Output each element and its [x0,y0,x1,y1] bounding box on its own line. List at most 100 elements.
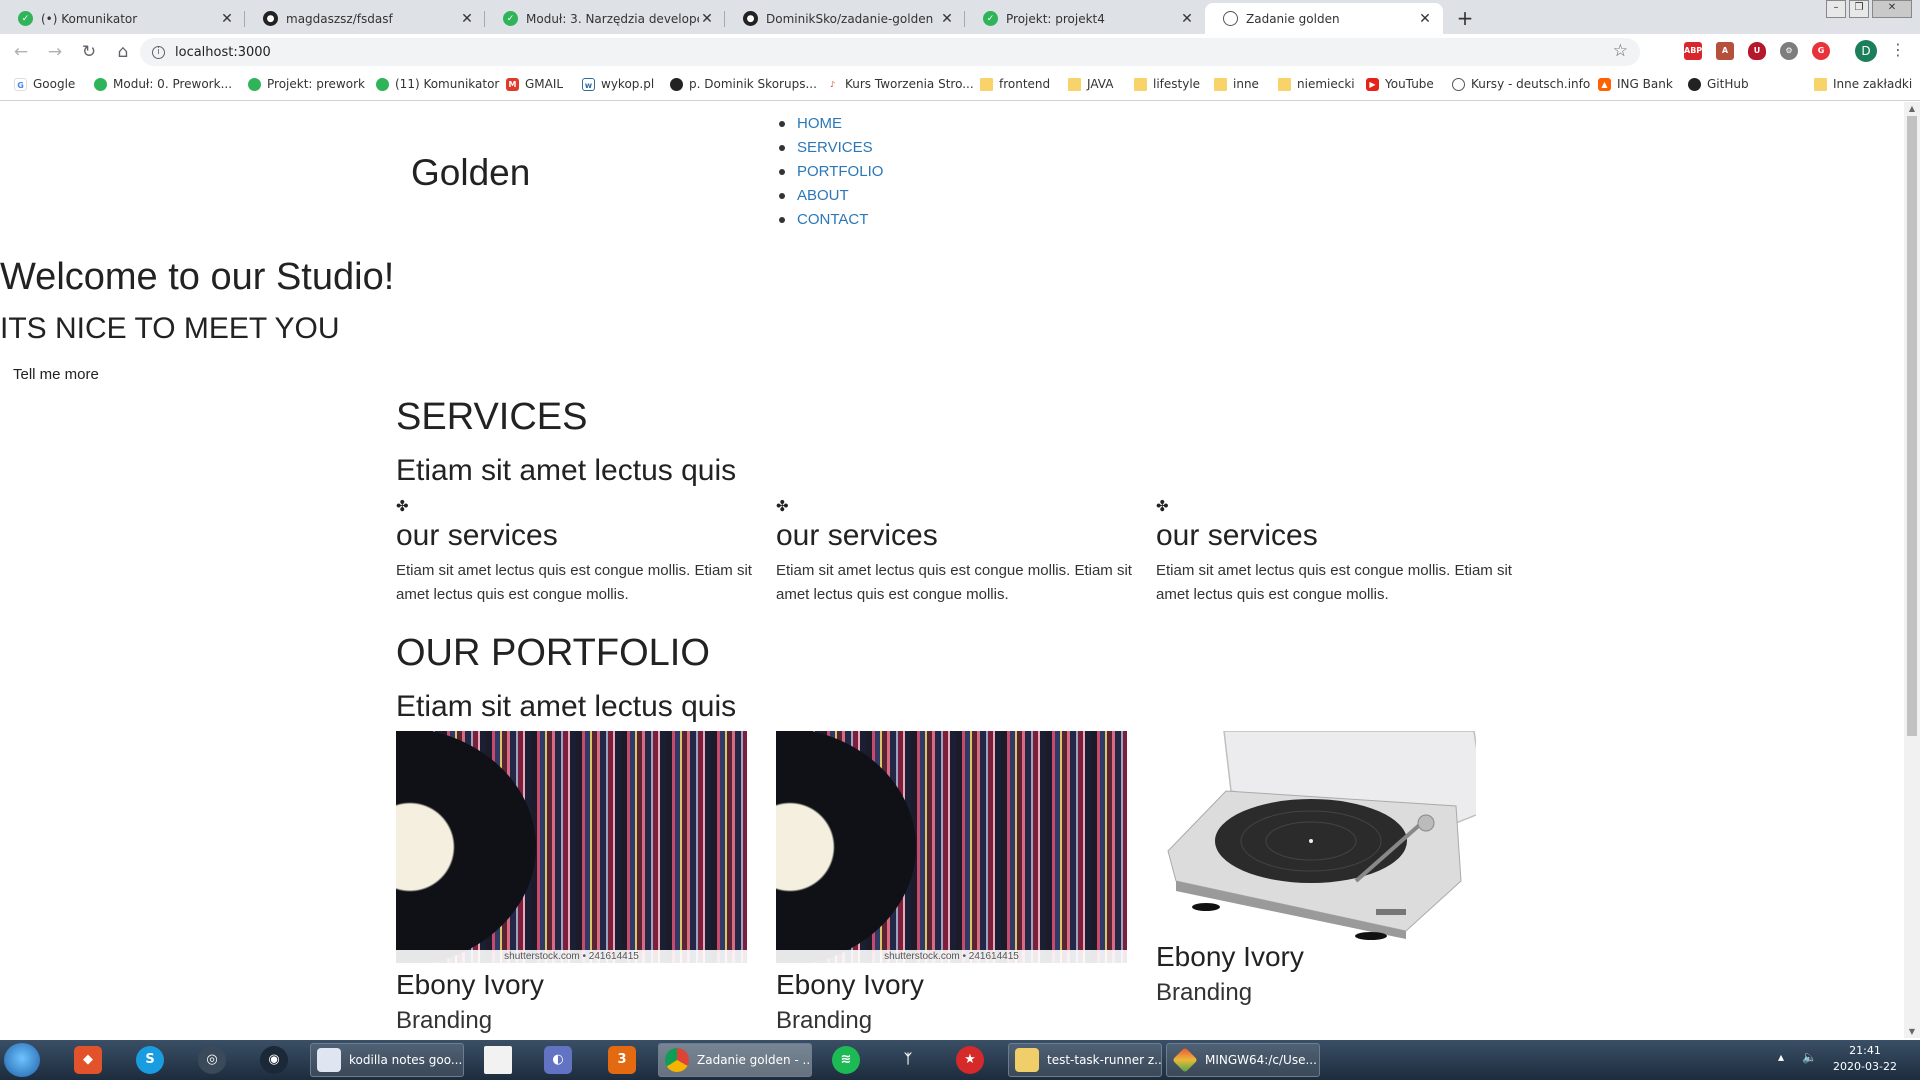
bookmark-folder-lifestyle[interactable]: lifestyle [1134,77,1200,91]
nav-portfolio[interactable]: PORTFOLIO [778,160,883,184]
site-info-icon[interactable]: i [152,45,165,59]
site-logo[interactable]: Golden [411,152,530,194]
tab-zadanie-golden-repo[interactable]: ● DominikSko/zadanie-golden ✕ [725,3,965,34]
browser-menu-icon[interactable]: ⋮ [1890,40,1906,59]
scrollbar-thumb[interactable] [1907,116,1917,736]
tab-close-icon[interactable]: ✕ [219,11,235,27]
nav-services[interactable]: SERVICES [778,136,883,160]
ublock-extension-icon[interactable]: U [1748,42,1766,60]
back-arrow-icon[interactable]: ← [8,39,34,65]
bookmark-star-icon[interactable]: ☆ [1613,41,1628,61]
tab-komunikator[interactable]: ✓ (•) Komunikator ✕ [0,3,245,34]
bookmark-google[interactable]: G Google [14,77,75,91]
bookmark-folder-niemiecki[interactable]: niemiecki [1278,77,1355,91]
nav-about[interactable]: ABOUT [778,184,883,208]
bookmark-github[interactable]: GitHub [1688,77,1749,91]
start-button-icon[interactable] [4,1043,40,1077]
settings-extension-icon[interactable]: ⚙ [1780,42,1798,60]
spotify-icon[interactable]: ≋ [832,1046,860,1074]
volume-icon[interactable]: 🔈 [1802,1050,1817,1064]
portfolio-item[interactable]: shutterstock.com • 241614415 Ebony Ivory… [776,731,1128,1035]
address-url[interactable]: localhost:3000 [175,45,271,60]
puzzle-icon: ✤ [396,498,409,515]
nav-contact[interactable]: CONTACT [778,208,883,232]
pdf-extension-icon[interactable]: A [1716,42,1734,60]
bookmark-komunikator[interactable]: (11) Komunikator [376,77,499,91]
hero-subtitle: ITS NICE TO MEET YOU [0,312,340,345]
brackets-icon[interactable]: ◆ [74,1046,102,1074]
home-icon[interactable]: ⌂ [110,39,136,65]
taskbar-window-git-bash[interactable]: MINGW64:/c/Use... [1166,1043,1320,1077]
tab-github-fsdasf[interactable]: ● magdaszsz/fsdasf ✕ [245,3,485,34]
tab-close-icon[interactable]: ✕ [939,11,955,27]
tab-close-icon[interactable]: ✕ [699,11,715,27]
clock-date: 2020-03-22 [1833,1060,1897,1073]
bookmark-dominik[interactable]: p. Dominik Skorups... [670,77,817,91]
teamspeak-icon[interactable]: ◎ [198,1046,226,1074]
scroll-up-icon[interactable]: ▲ [1908,104,1916,113]
bookmark-wykop[interactable]: w wykop.pl [582,77,654,91]
taskbar-window-label: MINGW64:/c/Use... [1205,1053,1317,1067]
app-icon[interactable]: ᛉ [894,1046,922,1074]
blank-file-icon[interactable] [484,1046,512,1074]
restore-window-icon[interactable]: ❐ [1849,0,1869,18]
vinyl-records-image[interactable]: shutterstock.com • 241614415 [776,731,1127,963]
bookmark-projekt-prework[interactable]: Projekt: prework [248,77,365,91]
profile-avatar[interactable]: D [1855,40,1877,62]
bookmark-folder-java[interactable]: JAVA [1068,77,1113,91]
discord-icon[interactable]: ◐ [544,1046,572,1074]
brave-icon[interactable]: 3 [608,1046,636,1074]
bookmark-folder-frontend[interactable]: frontend [980,77,1050,91]
tab-zadanie-golden[interactable]: Zadanie golden ✕ [1205,3,1443,34]
tray-expand-icon[interactable]: ▴ [1778,1050,1784,1064]
tab-modul-3[interactable]: ✓ Moduł: 3. Narzędzia developerskie ✕ [485,3,725,34]
bookmark-kurs[interactable]: ♪ Kurs Tworzenia Stro... [826,77,974,91]
new-tab-icon[interactable]: + [1452,6,1478,32]
portfolio-category: Branding [776,1007,873,1034]
bookmark-gmail[interactable]: M GMAIL [506,77,563,91]
skype-icon[interactable]: S [136,1046,164,1074]
tab-projekt4[interactable]: ✓ Projekt: projekt4 ✕ [965,3,1205,34]
tab-close-icon[interactable]: ✕ [1417,11,1433,27]
bookmark-ing[interactable]: ▲ ING Bank [1598,77,1673,91]
reload-icon[interactable]: ↻ [76,39,102,65]
portfolio-category: Branding [1156,979,1253,1006]
bookmark-folder-inne[interactable]: inne [1214,77,1259,91]
tell-me-more-button[interactable]: Tell me more [13,366,99,383]
bookmark-deutsch[interactable]: Kursy - deutsch.info [1452,77,1590,91]
kodilla-green-icon: ✓ [983,11,998,26]
turntable-image[interactable] [1156,731,1507,941]
address-bar[interactable]: i localhost:3000 ☆ [140,38,1640,66]
forward-arrow-icon[interactable]: → [42,39,68,65]
pokerstars-icon[interactable]: ★ [956,1046,984,1074]
bookmark-label: frontend [999,77,1051,91]
portfolio-item[interactable]: Ebony Ivory Branding [1156,731,1508,1007]
taskbar-window-chrome[interactable]: Zadanie golden - ... [658,1043,812,1077]
bookmark-other-bookmarks[interactable]: Inne zakładki [1814,77,1912,91]
grammarly-extension-icon[interactable]: G [1812,42,1830,60]
scroll-down-icon[interactable]: ▼ [1908,1027,1916,1036]
github-icon: ● [743,11,758,26]
tab-close-icon[interactable]: ✕ [459,11,475,27]
bookmark-modul-0[interactable]: Moduł: 0. Prework... [94,77,232,91]
taskbar-window-explorer[interactable]: test-task-runner z... [1008,1043,1162,1077]
tab-strip: ✓ (•) Komunikator ✕ ● magdaszsz/fsdasf ✕… [0,0,1920,34]
bookmark-label: YouTube [1385,77,1434,91]
taskbar-window-word[interactable]: kodilla notes goo... [310,1043,464,1077]
service-title: our services [396,519,558,552]
steam-icon[interactable]: ◉ [260,1046,288,1074]
tab-title: DominikSko/zadanie-golden [766,11,934,26]
portfolio-item[interactable]: shutterstock.com • 241614415 Ebony Ivory… [396,731,748,1035]
adblock-extension-icon[interactable]: ABP [1684,42,1702,60]
taskbar: ◆ S ◎ ◉ kodilla notes goo... ◐ 3 Zadanie… [0,1040,1920,1080]
tab-close-icon[interactable]: ✕ [1179,11,1195,27]
github-icon [1688,77,1701,91]
taskbar-clock[interactable]: 21:41 2020-03-22 [1830,1043,1900,1075]
close-window-icon[interactable]: ✕ [1872,0,1912,18]
vinyl-records-image[interactable]: shutterstock.com • 241614415 [396,731,747,963]
puzzle-icon: ✤ [776,498,789,515]
nav-home[interactable]: HOME [778,112,883,136]
bookmark-youtube[interactable]: ▶ YouTube [1366,77,1434,91]
minimize-window-icon[interactable]: – [1826,0,1846,18]
page-scrollbar[interactable]: ▲ ▼ [1904,102,1920,1038]
